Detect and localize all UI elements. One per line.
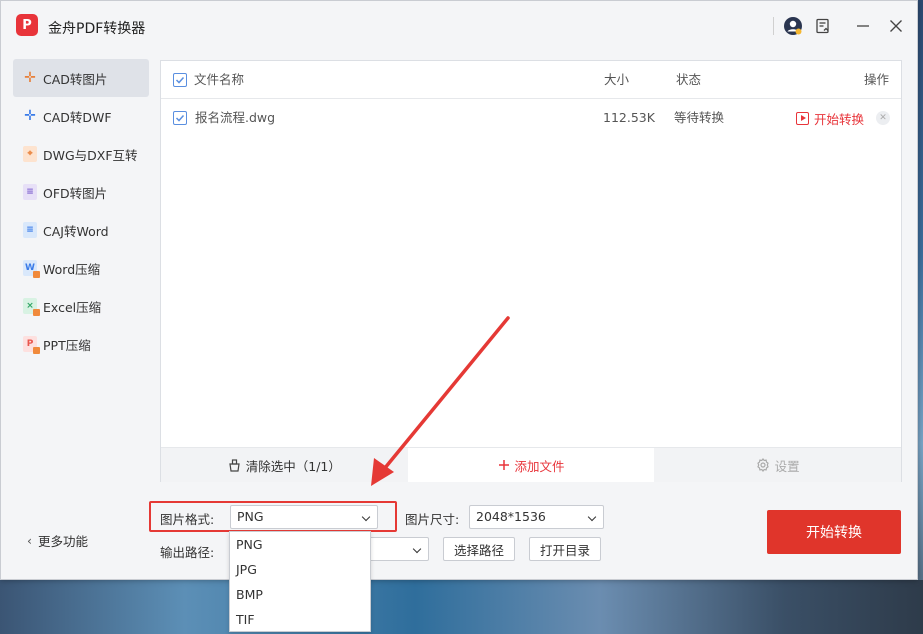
file-status: 等待转换: [674, 110, 725, 125]
header-file-name: 文件名称: [194, 72, 245, 87]
format-option[interactable]: PNG: [230, 532, 370, 557]
sidebar-item-label: CAJ转Word: [43, 223, 109, 239]
sidebar-item-label: PPT压缩: [43, 337, 91, 353]
check-icon: [175, 76, 185, 84]
clear-selected-button[interactable]: 清除选中（1/1）: [161, 448, 408, 482]
app-window: P 金舟PDF转换器 ✛ CAD转图片 ✛ CAD转DWF ⌖ DWG与DXF互…: [0, 0, 918, 580]
chevron-down-icon: [587, 512, 597, 522]
excel-file-icon: ×: [23, 298, 40, 316]
header-status: 状态: [676, 72, 702, 87]
panel-footer: 清除选中（1/1） 添加文件 设置: [161, 447, 902, 482]
start-convert-button[interactable]: 开始转换: [767, 510, 901, 554]
sidebar-item-caj-to-word[interactable]: ≡ CAJ转Word: [13, 211, 149, 249]
start-convert-label: 开始转换: [806, 525, 862, 541]
table-header: 文件名称 大小 状态 操作: [161, 61, 901, 99]
close-icon[interactable]: [885, 15, 907, 37]
sidebar-item-word-compress[interactable]: W Word压缩: [13, 249, 149, 287]
sidebar-item-cad-to-dwf[interactable]: ✛ CAD转DWF: [13, 97, 149, 135]
format-option[interactable]: JPG: [230, 557, 370, 582]
sidebar-item-ofd-to-image[interactable]: ≡ OFD转图片: [13, 173, 149, 211]
sidebar-item-ppt-compress[interactable]: P PPT压缩: [13, 325, 149, 363]
user-avatar-icon[interactable]: [782, 15, 804, 37]
row-start-convert-label: 开始转换: [814, 111, 865, 127]
crosshair-icon: ✛: [24, 108, 36, 124]
app-title: 金舟PDF转换器: [48, 21, 146, 37]
chevron-down-icon: [412, 544, 422, 554]
chevron-left-icon: ‹: [27, 533, 32, 548]
image-size-label: 图片尺寸:: [405, 512, 460, 527]
header-action: 操作: [864, 72, 890, 87]
app-logo-icon: P: [16, 14, 38, 36]
remove-file-icon[interactable]: ✕: [876, 111, 890, 125]
ppt-file-icon: P: [23, 336, 40, 354]
highlight-annotation-box: [149, 501, 397, 532]
row-start-convert-link[interactable]: 开始转换: [796, 99, 864, 137]
format-option[interactable]: TIF: [230, 607, 370, 632]
header-size: 大小: [604, 72, 630, 87]
sidebar: ✛ CAD转图片 ✛ CAD转DWF ⌖ DWG与DXF互转 ≡ OFD转图片 …: [13, 59, 149, 363]
more-functions-link[interactable]: ‹ 更多功能: [27, 531, 88, 550]
file-list-panel: 文件名称 大小 状态 操作 报名流程.dwg 112.53K 等待转换 开始转换…: [160, 60, 902, 482]
open-directory-label: 打开目录: [539, 542, 590, 558]
sidebar-item-label: OFD转图片: [43, 185, 108, 201]
plus-icon: [498, 459, 510, 471]
document-icon: ≡: [23, 184, 37, 200]
add-file-label: 添加文件: [514, 458, 565, 474]
settings-label: 设置: [774, 458, 800, 474]
sidebar-item-cad-to-image[interactable]: ✛ CAD转图片: [13, 59, 149, 97]
check-icon: [175, 114, 185, 122]
sidebar-item-excel-compress[interactable]: × Excel压缩: [13, 287, 149, 325]
sidebar-item-dwg-dxf[interactable]: ⌖ DWG与DXF互转: [13, 135, 149, 173]
select-all-checkbox[interactable]: [173, 73, 187, 87]
image-size-select[interactable]: 2048*1536: [469, 505, 604, 529]
choose-path-label: 选择路径: [453, 542, 504, 558]
word-file-icon: W: [23, 260, 40, 278]
desktop-wallpaper: [0, 580, 923, 634]
play-icon: [796, 111, 809, 125]
clear-selected-label: 清除选中（1/1）: [245, 458, 341, 474]
sidebar-item-label: CAD转DWF: [43, 109, 112, 125]
format-option[interactable]: BMP: [230, 582, 370, 607]
image-size-value: 2048*1536: [476, 509, 546, 524]
title-separator: [773, 17, 774, 35]
minimize-icon[interactable]: [852, 15, 874, 37]
settings-button[interactable]: 设置: [654, 448, 902, 482]
table-row: 报名流程.dwg 112.53K 等待转换 开始转换 ✕: [161, 99, 901, 137]
title-bar: P 金舟PDF转换器: [1, 1, 917, 51]
format-dropdown-list: PNG JPG BMP TIF: [229, 531, 371, 632]
open-directory-button[interactable]: 打开目录: [529, 537, 601, 561]
document-icon: ≡: [23, 222, 37, 238]
sidebar-item-label: Word压缩: [43, 261, 101, 277]
sidebar-item-label: CAD转图片: [43, 71, 108, 87]
sidebar-item-label: Excel压缩: [43, 299, 102, 315]
crosshair-icon: ✛: [24, 70, 36, 86]
output-path-label: 输出路径:: [160, 545, 215, 560]
file-size: 112.53K: [603, 110, 655, 125]
sidebar-item-label: DWG与DXF互转: [43, 147, 138, 163]
feedback-icon[interactable]: [812, 15, 834, 37]
file-name: 报名流程.dwg: [195, 110, 276, 125]
more-functions-label: 更多功能: [38, 534, 89, 549]
compass-doc-icon: ⌖: [23, 146, 37, 162]
row-checkbox[interactable]: [173, 111, 187, 125]
broom-icon: [228, 458, 241, 472]
gear-icon: [756, 458, 770, 472]
choose-path-button[interactable]: 选择路径: [443, 537, 515, 561]
add-file-button[interactable]: 添加文件: [407, 448, 655, 482]
